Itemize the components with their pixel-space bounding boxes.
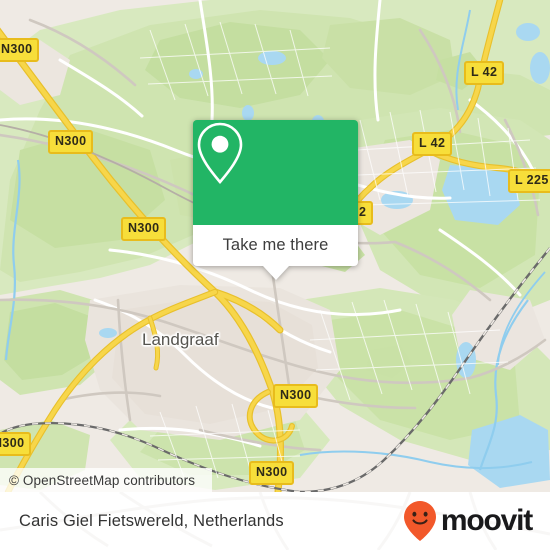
road-shield-n300: N300	[249, 461, 295, 485]
take-me-there-callout[interactable]: Take me there	[193, 120, 358, 280]
callout-cta-label[interactable]: Take me there	[193, 225, 358, 266]
map-place-label-landgraaf: Landgraaf	[142, 330, 219, 349]
callout-tail	[262, 266, 289, 280]
road-shield-n300: N300	[0, 432, 32, 456]
road-shield-l225: L 225	[508, 169, 550, 193]
road-shield-n300: N300	[121, 217, 167, 241]
road-shield-n300: N300	[48, 130, 94, 154]
moovit-brand-logo[interactable]: moovit	[403, 492, 533, 550]
osm-attribution[interactable]: © OpenStreetMap contributors	[0, 468, 212, 492]
moovit-pin-icon	[403, 501, 436, 541]
osm-attribution-text: © OpenStreetMap contributors	[9, 472, 196, 488]
moovit-wordmark: moovit	[440, 504, 533, 537]
location-title: Caris Giel Fietswereld, Netherlands	[19, 511, 284, 530]
footer-bar: Caris Giel Fietswereld, Netherlands moov…	[0, 492, 550, 550]
map-pin-icon	[197, 122, 243, 185]
road-shield-n300: N300	[273, 384, 319, 408]
callout-icon-panel	[193, 120, 358, 225]
road-shield-l42: L 42	[412, 132, 453, 156]
road-shield-l42: L 42	[464, 61, 505, 85]
road-shield-n300: N300	[0, 38, 40, 62]
moovit-map-screenshot: Landgraaf N300 N300 N300 N300 N300 N300 …	[0, 0, 550, 550]
map-canvas[interactable]: Landgraaf N300 N300 N300 N300 N300 N300 …	[0, 0, 550, 492]
